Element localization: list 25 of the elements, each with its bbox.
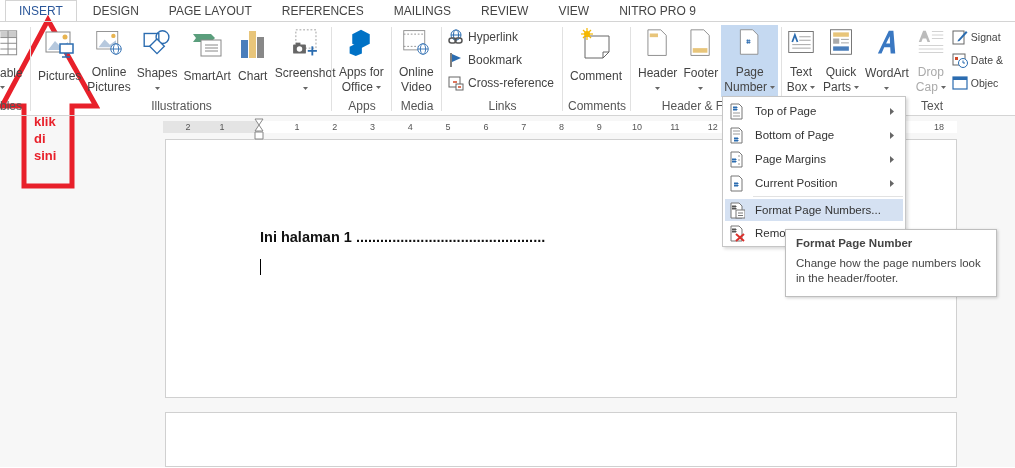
ruler-number: 2 <box>332 122 338 132</box>
ruler-number: 9 <box>596 122 602 132</box>
group-label: Media <box>400 99 434 113</box>
paragraph-text: Ini halaman 1 ............................................... <box>260 228 546 246</box>
group-label: Links <box>488 99 517 113</box>
ruler-number: 5 <box>445 122 451 132</box>
tooltip-title: Format Page Number <box>796 236 914 250</box>
tooltip-text: Change how the page numbers look in the header/footer. <box>796 256 982 286</box>
ruler-number: 18 <box>934 122 945 132</box>
ruler-number: 8 <box>558 122 564 132</box>
group-label: Illustrations <box>151 99 212 113</box>
ruler-number: 12 <box>707 122 718 132</box>
group-label: Comments <box>568 99 626 113</box>
ruler-number: 2 <box>185 121 191 133</box>
ruler-number: 1 <box>294 122 300 132</box>
ruler-number: 7 <box>521 122 527 132</box>
ruler-number: 3 <box>370 122 375 132</box>
group-label: Text <box>921 99 943 113</box>
ruler-number: 10 <box>632 122 643 132</box>
ruler-number: 11 <box>670 122 680 132</box>
ruler-number: 1 <box>219 121 225 133</box>
ruler-number: 4 <box>407 122 413 132</box>
annotation-text: klik di sini <box>34 113 58 164</box>
group-label: Apps <box>348 99 376 113</box>
ruler-number: 6 <box>483 122 489 132</box>
